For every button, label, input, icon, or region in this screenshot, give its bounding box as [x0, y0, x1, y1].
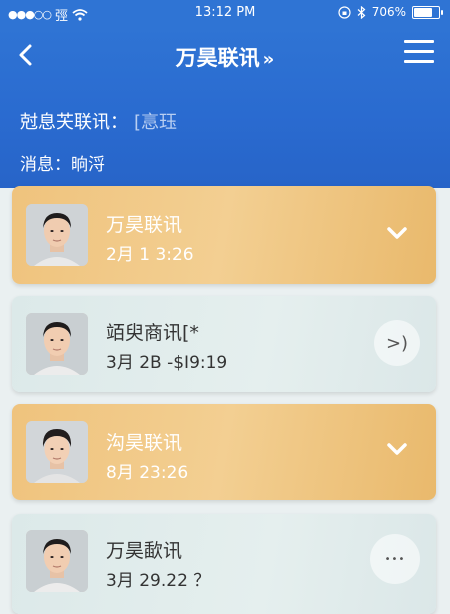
status-bar: ●●●○○ 弳 13:12 PM 706% [0, 0, 450, 26]
avatar-image [26, 530, 88, 592]
page-title[interactable]: 万昊联讯» [0, 42, 450, 72]
expand-button[interactable] [374, 426, 420, 472]
hamburger-line [404, 50, 434, 53]
conversation-name: 万昊歃讯 [106, 540, 183, 562]
avatar [26, 530, 88, 592]
conversation-card[interactable]: 竡臾商讯[* 3月 2B -$I9:19 >) [12, 296, 436, 392]
battery-icon [412, 5, 443, 19]
avatar-image [26, 204, 88, 266]
status-right: 706% [338, 5, 443, 19]
conversation-time: 2月 1 3:26 [106, 245, 194, 265]
bluetooth-icon [357, 5, 366, 19]
battery-fill [414, 7, 433, 17]
avatar [26, 421, 88, 483]
conversation-card[interactable]: 万昊歃讯 3月 29.22 ？ ••• [12, 514, 436, 614]
conversation-name: 竡臾商讯[* [106, 322, 199, 344]
chat-header: 万昊联讯» 尅息芖联讯： [悥珏 消息：晌浖 [0, 26, 450, 188]
menu-button[interactable] [404, 40, 434, 66]
info-line-2: 消息：晌浖 [20, 155, 105, 175]
page-title-text: 万昊联讯 [175, 46, 260, 70]
conversation-name: 万昊联讯 [106, 214, 183, 236]
info-line-1-label: 尅息芖联讯： [20, 112, 128, 133]
info-line-1: 尅息芖联讯： [悥珏 [20, 108, 177, 134]
conversation-card[interactable]: 万昊联讯 2月 1 3:26 [12, 186, 436, 284]
conversation-time: 8月 23:26 [106, 463, 189, 483]
info-line-1-value: [悥珏 [134, 112, 178, 133]
chevron-down-icon [387, 443, 407, 455]
avatar [26, 204, 88, 266]
hamburger-line [404, 60, 434, 63]
expand-button[interactable] [374, 210, 420, 256]
battery-percent: 706% [371, 5, 406, 19]
avatar-image [26, 421, 88, 483]
conversation-time: 3月 2B -$I9:19 [106, 353, 228, 373]
hamburger-icon [404, 40, 434, 43]
avatar-image [26, 313, 88, 375]
more-icon: ••• [384, 553, 406, 565]
open-button[interactable]: >) [374, 320, 420, 366]
chevron-down-icon [387, 227, 407, 239]
conversation-card[interactable]: 沟昊联讯 8月 23:26 [12, 404, 436, 500]
conversation-name: 沟昊联讯 [106, 432, 183, 454]
rotation-lock-icon [338, 5, 351, 19]
more-button[interactable]: ••• [370, 534, 420, 584]
conversation-time: 3月 29.22 ？ [106, 571, 211, 591]
avatar [26, 313, 88, 375]
chevron-right-icon: >) [385, 332, 409, 354]
double-chevron-icon: » [262, 49, 275, 70]
